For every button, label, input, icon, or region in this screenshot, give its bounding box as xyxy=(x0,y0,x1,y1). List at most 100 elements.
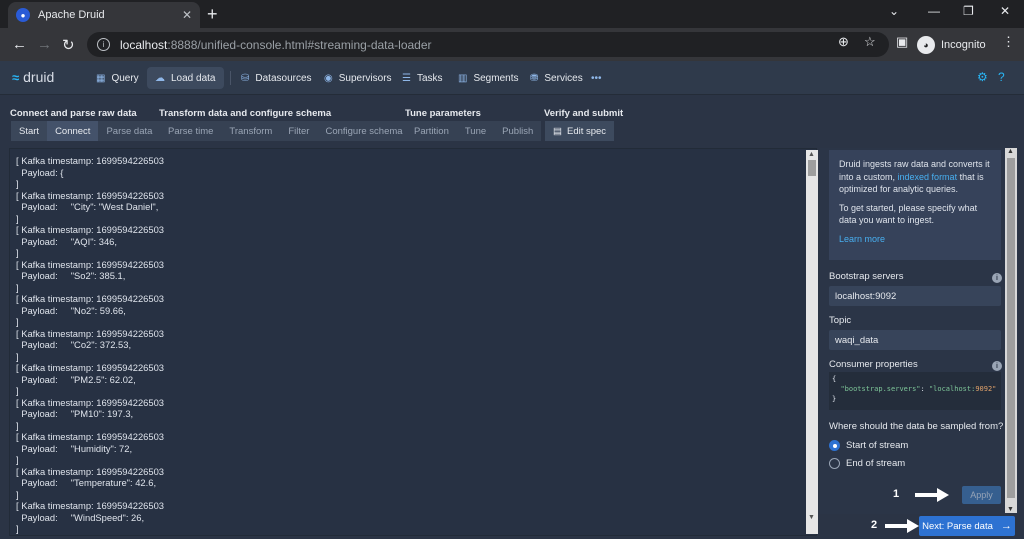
indexed-format-link[interactable]: indexed format xyxy=(898,172,958,182)
address-bar[interactable]: i localhost :8888/unified-console.html#s… xyxy=(87,32,889,57)
step-bar-tune: Partition Tune Publish xyxy=(406,121,542,141)
step-parse-time[interactable]: Parse time xyxy=(160,121,222,141)
sample-scrollbar[interactable]: ▲ ▼ xyxy=(806,150,818,522)
logo-text: druid xyxy=(23,69,55,85)
step-parse-data[interactable]: Parse data xyxy=(98,121,161,141)
json-key: "bootstrap.servers" xyxy=(840,385,921,393)
browser-tabstrip: ● Apache Druid ✕ + ⌄ — ❐ ✕ xyxy=(0,0,1024,28)
side-panel-icon[interactable]: ▣ xyxy=(896,34,908,50)
scroll-up-icon[interactable]: ▲ xyxy=(1007,148,1014,155)
browser-tab[interactable]: ● Apache Druid ✕ xyxy=(8,2,200,28)
step-tune[interactable]: Tune xyxy=(456,121,495,141)
panel-scrollbar[interactable]: ▲ ▼ xyxy=(1005,148,1017,513)
nav-more[interactable]: ••• xyxy=(583,67,610,89)
header-divider xyxy=(230,71,231,85)
nav-load-data[interactable]: ☁ Load data xyxy=(147,67,224,89)
step-group-transform: Transform data and configure schema xyxy=(159,108,332,119)
json-brace: { xyxy=(832,375,837,383)
step-partition[interactable]: Partition xyxy=(406,121,457,141)
nav-query[interactable]: ▦ Query xyxy=(88,67,147,89)
bootstrap-servers-label: Bootstrap servers xyxy=(829,271,904,282)
next-parse-data-button[interactable]: Next: Parse data → xyxy=(919,516,1015,536)
datasources-icon: ⛁ xyxy=(241,72,250,84)
info-paragraph-1: Druid ingests raw data and converts it i… xyxy=(839,158,991,196)
help-circle-icon[interactable]: i xyxy=(992,361,1002,371)
query-icon: ▦ xyxy=(96,72,106,84)
close-tab-icon[interactable]: ✕ xyxy=(182,8,192,22)
druid-logo[interactable]: ≈ druid xyxy=(12,69,54,85)
browser-menu-icon[interactable]: ⋮ xyxy=(1002,34,1015,50)
incognito-icon: ◕ xyxy=(917,35,935,54)
scroll-thumb[interactable] xyxy=(1007,158,1015,498)
scroll-up-icon[interactable]: ▲ xyxy=(808,151,815,158)
incognito-profile[interactable]: ◕ Incognito xyxy=(917,32,986,57)
step-start[interactable]: Start xyxy=(11,121,48,141)
settings-gear-icon[interactable]: ⚙ xyxy=(977,70,988,84)
scroll-thumb[interactable] xyxy=(808,160,816,176)
topic-input[interactable]: waqi_data xyxy=(829,330,1001,350)
forward-icon[interactable]: → xyxy=(37,36,52,53)
step-transform[interactable]: Transform xyxy=(221,121,281,141)
consumer-properties-label: Consumer properties xyxy=(829,359,918,370)
step-publish[interactable]: Publish xyxy=(494,121,542,141)
site-info-icon[interactable]: i xyxy=(97,38,110,51)
restore-icon[interactable]: ❐ xyxy=(963,4,974,18)
step-bar-connect: Start Connect Parse data xyxy=(11,121,161,141)
step-configure-schema[interactable]: Configure schema xyxy=(317,121,411,141)
nav-label: Supervisors xyxy=(338,72,392,84)
help-icon[interactable]: ? xyxy=(998,70,1005,84)
info-callout: Druid ingests raw data and converts it i… xyxy=(829,150,1001,260)
back-icon[interactable]: ← xyxy=(12,36,27,53)
topic-label: Topic xyxy=(829,315,852,326)
eye-icon: ◉ xyxy=(324,72,333,84)
step-filter[interactable]: Filter xyxy=(280,121,318,141)
zoom-icon[interactable]: ⊕ xyxy=(838,34,849,50)
radio-end-of-stream[interactable]: End of stream xyxy=(829,458,905,469)
nav-tasks[interactable]: ☰ Tasks xyxy=(394,67,451,89)
reload-icon[interactable]: ↻ xyxy=(62,36,75,54)
nav-supervisors[interactable]: ◉ Supervisors xyxy=(316,67,400,89)
url-path: :8888/unified-console.html#streaming-dat… xyxy=(167,37,432,52)
scroll-down-icon[interactable]: ▼ xyxy=(1007,506,1014,513)
druid-favicon-icon: ● xyxy=(16,8,30,22)
next-button-label: Next: Parse data xyxy=(922,520,993,532)
raw-data-sample[interactable]: [ Kafka timestamp: 1699594226503 Payload… xyxy=(9,148,817,536)
radio-selected-icon xyxy=(829,440,840,451)
resize-handle[interactable] xyxy=(806,522,818,534)
bootstrap-servers-input[interactable]: localhost:9092 xyxy=(829,286,1001,306)
edit-spec-icon: ▤ xyxy=(553,125,562,137)
arrow-right-icon: → xyxy=(1000,520,1012,532)
close-window-icon[interactable]: ✕ xyxy=(1000,4,1010,18)
nav-segments[interactable]: ▥ Segments xyxy=(450,67,526,89)
radio-start-of-stream[interactable]: Start of stream xyxy=(829,440,908,451)
step-group-verify: Verify and submit xyxy=(544,108,624,119)
step-group-tune: Tune parameters xyxy=(405,108,481,119)
incognito-label: Incognito xyxy=(941,38,986,51)
nav-label: Services xyxy=(544,72,583,84)
bookmark-star-icon[interactable]: ☆ xyxy=(864,34,876,50)
radio-label: End of stream xyxy=(846,458,906,469)
nav-label: Segments xyxy=(473,72,519,84)
json-value-port: 9092" xyxy=(975,385,997,393)
step-edit-spec[interactable]: ▤ Edit spec xyxy=(545,121,615,141)
url-host: localhost xyxy=(120,37,168,52)
json-value: "localhost: xyxy=(928,385,976,393)
consumer-properties-editor[interactable]: { "bootstrap.servers": "localhost:9092" … xyxy=(829,372,1001,410)
step-bar-verify: ▤ Edit spec xyxy=(545,121,615,141)
help-circle-icon[interactable]: i xyxy=(992,273,1002,283)
json-brace: } xyxy=(832,395,837,403)
learn-more-link[interactable]: Learn more xyxy=(839,233,991,246)
step-connect[interactable]: Connect xyxy=(47,121,99,141)
cloud-upload-icon: ☁ xyxy=(155,72,165,84)
apply-button[interactable]: Apply xyxy=(962,486,1001,504)
new-tab-icon[interactable]: + xyxy=(207,4,218,25)
annotation-number-1: 1 xyxy=(893,488,900,500)
radio-unselected-icon xyxy=(829,458,840,469)
nav-datasources[interactable]: ⛁ Datasources xyxy=(233,67,320,89)
nav-label: Load data xyxy=(171,72,216,84)
tab-title: Apache Druid xyxy=(38,9,105,21)
nav-services[interactable]: ⛃ Services xyxy=(522,67,591,89)
minimize-icon[interactable]: — xyxy=(928,4,940,18)
chevron-down-icon[interactable]: ⌄ xyxy=(889,4,899,18)
scroll-down-icon[interactable]: ▼ xyxy=(808,514,815,521)
